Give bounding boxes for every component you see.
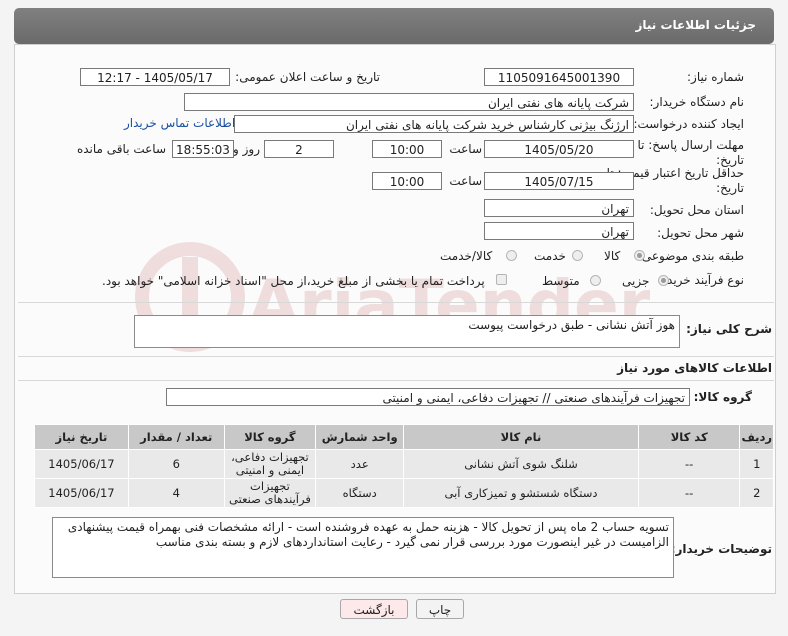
process-radio-medium[interactable]	[590, 275, 601, 286]
col-header-unit: واحد شمارش	[315, 424, 405, 450]
requester-label: ایجاد کننده درخواست:	[633, 117, 744, 131]
need-number-label: شماره نیاز:	[687, 70, 744, 84]
col-header-quantity: تعداد / مقدار	[127, 424, 225, 450]
deadline-label: مهلت ارسال پاسخ: تا تاریخ:	[637, 138, 744, 167]
cell-name: شلنگ شوی آتش نشانی	[403, 449, 639, 479]
goods-group-field: تجهیزات فرآیندهای صنعتی // تجهیزات دفاعی…	[166, 388, 690, 406]
goods-table: ردیف کد کالا نام کالا واحد شمارش گروه کا…	[34, 424, 774, 508]
divider	[18, 380, 774, 381]
price-date-field: 1405/07/15	[484, 172, 634, 190]
col-header-group: گروه کالا	[223, 424, 317, 450]
price-time-field: 10:00	[372, 172, 442, 190]
province-field: تهران	[484, 199, 634, 217]
col-header-date: تاریخ نیاز	[34, 424, 129, 450]
treasury-note: پرداخت تمام یا بخشی از مبلغ خرید،از محل …	[102, 274, 485, 288]
deadline-time-label: ساعت	[449, 142, 482, 156]
print-button[interactable]: چاپ	[416, 599, 464, 619]
buyer-notes-label: توضیحات خریدار:	[670, 542, 772, 556]
table-row: 1 -- شلنگ شوی آتش نشانی عدد تجهیزات دفاع…	[34, 449, 774, 479]
days-field: 2	[264, 140, 334, 158]
category-option-goods: کالا	[604, 249, 621, 263]
table-row: 2 -- دستگاه شستشو و تمیزکاری آبی دستگاه …	[34, 478, 774, 508]
table-header-row: ردیف کد کالا نام کالا واحد شمارش گروه کا…	[34, 424, 774, 450]
description-textarea[interactable]: هوز آتش نشانی - طبق درخواست پیوست	[134, 315, 680, 348]
category-option-goods-service: کالا/خدمت	[440, 249, 493, 263]
remaining-time-field: 18:55:03	[172, 140, 234, 158]
buyer-contact-link[interactable]: اطلاعات تماس خریدار	[124, 116, 235, 130]
category-label: طبقه بندی موضوعی:	[637, 249, 744, 263]
deadline-time-field: 10:00	[372, 140, 442, 158]
category-radio-goods-service[interactable]	[506, 250, 517, 261]
city-field: تهران	[484, 222, 634, 240]
process-option-minor: جزیی	[622, 274, 650, 288]
buyer-org-label: نام دستگاه خریدار:	[649, 95, 745, 109]
cell-code: --	[637, 449, 741, 479]
cell-date: 1405/06/17	[34, 449, 129, 479]
days-label: روز و	[233, 142, 260, 156]
need-number-field: 1105091645001390	[484, 68, 634, 86]
category-radio-service[interactable]	[572, 250, 583, 261]
cell-code: --	[637, 478, 741, 508]
page-header: جزئیات اطلاعات نیاز	[14, 8, 774, 44]
announce-label: تاریخ و ساعت اعلان عمومی:	[235, 70, 380, 84]
cell-group: تجهیزات فرآیندهای صنعتی	[223, 478, 317, 508]
treasury-checkbox[interactable]	[496, 274, 507, 285]
requester-field: ارژنگ بیژنی کارشناس خرید شرکت پایانه های…	[234, 115, 634, 133]
province-label: استان محل تحویل:	[649, 203, 744, 217]
col-header-name: نام کالا	[403, 424, 639, 450]
remaining-label: ساعت باقی مانده	[76, 142, 166, 156]
col-header-row-number: ردیف	[739, 424, 774, 450]
cell-unit: دستگاه	[315, 478, 405, 508]
cell-name: دستگاه شستشو و تمیزکاری آبی	[403, 478, 639, 508]
cell-quantity: 6	[127, 449, 225, 479]
divider	[18, 356, 774, 357]
col-header-code: کد کالا	[637, 424, 741, 450]
announce-field: 1405/05/17 - 12:17	[80, 68, 230, 86]
goods-group-label: گروه کالا:	[693, 390, 752, 404]
cell-unit: عدد	[315, 449, 405, 479]
price-time-label: ساعت	[449, 174, 482, 188]
back-button[interactable]: بازگشت	[340, 599, 408, 619]
cell-group: تجهیزات دفاعی، ایمنی و امنیتی	[223, 449, 317, 479]
description-label: شرح کلی نیاز:	[686, 322, 772, 336]
cell-row-number: 2	[739, 478, 774, 508]
cell-date: 1405/06/17	[34, 478, 129, 508]
page-title: جزئیات اطلاعات نیاز	[635, 18, 756, 32]
category-option-service: خدمت	[534, 249, 566, 263]
buyer-org-field: شرکت پایانه های نفتی ایران	[184, 93, 634, 111]
process-option-medium: متوسط	[542, 274, 580, 288]
city-label: شهر محل تحویل:	[657, 226, 744, 240]
process-label: نوع فرآیند خرید :	[659, 273, 744, 287]
deadline-date-field: 1405/05/20	[484, 140, 634, 158]
goods-section-title: اطلاعات کالاهای مورد نیاز	[617, 361, 772, 375]
process-radio-minor[interactable]	[658, 275, 669, 286]
cell-row-number: 1	[739, 449, 774, 479]
category-radio-goods[interactable]	[634, 250, 645, 261]
cell-quantity: 4	[127, 478, 225, 508]
buyer-notes-textarea[interactable]: تسویه حساب 2 ماه پس از تحویل کالا - هزین…	[52, 517, 674, 578]
divider	[18, 302, 774, 303]
